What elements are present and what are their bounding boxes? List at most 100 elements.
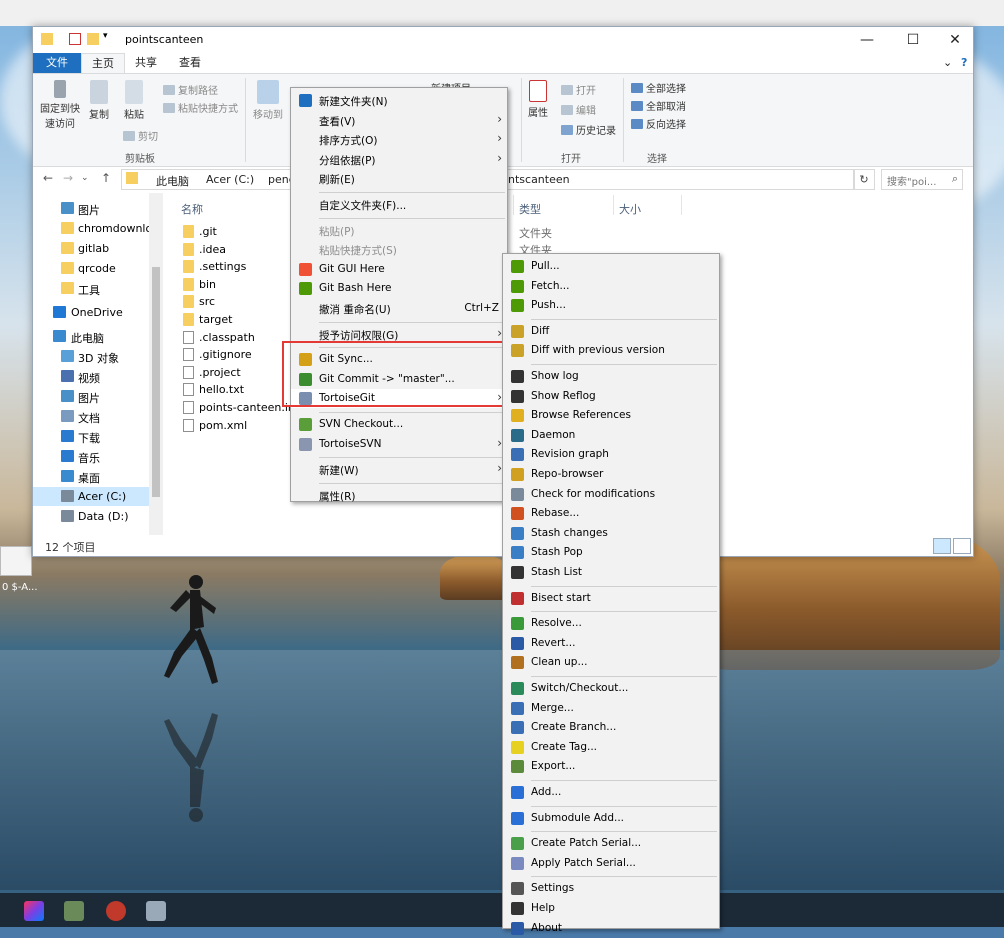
nav-item[interactable]: 桌面: [33, 467, 149, 486]
help-icon[interactable]: ?: [951, 53, 977, 73]
menu-item-check-for-modifications[interactable]: Check for modifications: [503, 485, 719, 504]
history-button[interactable]: 历史记录: [561, 122, 616, 137]
tab-view[interactable]: 查看: [169, 53, 211, 73]
menu-item-r[interactable]: 属性(R): [291, 486, 507, 505]
nav-item[interactable]: 工具: [33, 279, 149, 298]
menu-item-create-tag[interactable]: Create Tag...: [503, 738, 719, 757]
large-icons-view-icon[interactable]: [953, 538, 971, 554]
navigation-scrollbar[interactable]: [149, 193, 163, 535]
nav-item[interactable]: 视频: [33, 367, 149, 386]
column-header-type[interactable]: 类型: [519, 201, 541, 217]
tab-share[interactable]: 共享: [125, 53, 167, 73]
nav-item[interactable]: 3D 对象: [33, 347, 149, 366]
details-view-icon[interactable]: [933, 538, 951, 554]
nav-item[interactable]: 图片: [33, 387, 149, 406]
menu-item-create-patch-serial[interactable]: Create Patch Serial...: [503, 834, 719, 853]
minimize-button[interactable]: —: [849, 29, 885, 51]
menu-item-help[interactable]: Help: [503, 899, 719, 918]
menu-item-stash-list[interactable]: Stash List: [503, 563, 719, 582]
maximize-button[interactable]: ☐: [895, 29, 931, 51]
menu-item-git-bash-here[interactable]: Git Bash Here: [291, 279, 507, 298]
menu-item-pull[interactable]: Pull...: [503, 257, 719, 276]
menu-item-bisect-start[interactable]: Bisect start: [503, 589, 719, 608]
menu-item-e[interactable]: 刷新(E): [291, 169, 507, 188]
nav-item[interactable]: qrcode: [33, 259, 149, 278]
menu-item-revision-graph[interactable]: Revision graph: [503, 445, 719, 464]
menu-item-submodule-add[interactable]: Submodule Add...: [503, 809, 719, 828]
column-header-size[interactable]: 大小: [619, 201, 641, 217]
menu-item-stash-pop[interactable]: Stash Pop: [503, 543, 719, 562]
back-button[interactable]: ←: [43, 171, 53, 185]
menu-item-w[interactable]: 新建(W) ›: [291, 460, 507, 479]
menu-item-repo-browser[interactable]: Repo-browser: [503, 465, 719, 484]
column-header-name[interactable]: 名称: [181, 201, 203, 217]
properties-icon[interactable]: [69, 33, 81, 45]
menu-item-export[interactable]: Export...: [503, 757, 719, 776]
breadcrumb-project[interactable]: ntscanteen: [508, 173, 570, 186]
folder-icon[interactable]: [41, 33, 53, 45]
menu-item-merge[interactable]: Merge...: [503, 699, 719, 718]
menu-item-push[interactable]: Push...: [503, 296, 719, 315]
select-all-button[interactable]: 全部选择: [631, 80, 686, 95]
menu-item-diff[interactable]: Diff: [503, 322, 719, 341]
menu-item-u[interactable]: 撤消 重命名(U) Ctrl+Z: [291, 299, 507, 318]
menu-item-apply-patch-serial[interactable]: Apply Patch Serial...: [503, 854, 719, 873]
menu-item-about[interactable]: About: [503, 919, 719, 938]
move-to-button[interactable]: 移动到: [251, 80, 285, 121]
menu-item-create-branch[interactable]: Create Branch...: [503, 718, 719, 737]
nav-item[interactable]: 音乐: [33, 447, 149, 466]
new-folder-icon[interactable]: [87, 33, 99, 45]
menu-item-svn-checkout[interactable]: SVN Checkout...: [291, 415, 507, 434]
nav-item[interactable]: 图片: [33, 199, 149, 218]
menu-item-f[interactable]: 自定义文件夹(F)...: [291, 195, 507, 214]
menu-item-show-log[interactable]: Show log: [503, 367, 719, 386]
menu-item-tortoisesvn[interactable]: TortoiseSVN ›: [291, 435, 507, 454]
menu-item-browse-references[interactable]: Browse References: [503, 406, 719, 425]
menu-item-switch-checkout[interactable]: Switch/Checkout...: [503, 679, 719, 698]
breadcrumb-pc[interactable]: 此电脑: [156, 173, 189, 189]
nav-item[interactable]: 此电脑: [33, 327, 149, 346]
search-input[interactable]: 搜索"poi... ⌕: [881, 169, 963, 190]
forward-button[interactable]: →: [63, 171, 73, 185]
menu-item-n[interactable]: 新建文件夹(N): [291, 91, 507, 110]
edit-button[interactable]: 编辑: [561, 102, 596, 117]
menu-item-settings[interactable]: Settings: [503, 879, 719, 898]
menu-item-stash-changes[interactable]: Stash changes: [503, 524, 719, 543]
menu-item-fetch[interactable]: Fetch...: [503, 277, 719, 296]
open-button[interactable]: 打开: [561, 82, 596, 97]
menu-item-rebase[interactable]: Rebase...: [503, 504, 719, 523]
menu-item-v[interactable]: 查看(V) ›: [291, 111, 507, 130]
paste-shortcut-button[interactable]: 粘贴快捷方式: [163, 100, 238, 115]
intellij-icon[interactable]: [24, 901, 44, 921]
menu-item-daemon[interactable]: Daemon: [503, 426, 719, 445]
menu-item-revert[interactable]: Revert...: [503, 634, 719, 653]
breadcrumb-drive[interactable]: Acer (C:): [206, 173, 254, 186]
background-window-edge[interactable]: [0, 546, 32, 576]
menu-item-git-gui-here[interactable]: Git GUI Here: [291, 260, 507, 279]
pin-quick-access-button[interactable]: 固定到快 速访问: [39, 80, 81, 130]
select-none-button[interactable]: 全部取消: [631, 98, 686, 113]
paste-button[interactable]: 粘贴: [121, 80, 147, 121]
quick-access-dropdown-icon[interactable]: ▾: [103, 31, 115, 43]
close-button[interactable]: ✕: [937, 29, 973, 51]
nav-item[interactable]: Acer (C:): [33, 487, 149, 506]
copy-path-button[interactable]: 复制路径: [163, 82, 218, 97]
menu-item-show-reflog[interactable]: Show Reflog: [503, 387, 719, 406]
nav-item[interactable]: 文档: [33, 407, 149, 426]
nav-item[interactable]: gitlab: [33, 239, 149, 258]
scrollbar-thumb[interactable]: [152, 267, 160, 497]
invert-selection-button[interactable]: 反向选择: [631, 116, 686, 131]
menu-item-resolve[interactable]: Resolve...: [503, 614, 719, 633]
tab-file[interactable]: 文件: [33, 53, 81, 73]
menu-item-add[interactable]: Add...: [503, 783, 719, 802]
nav-item[interactable]: 下载: [33, 427, 149, 446]
menu-item-p[interactable]: 分组依据(P) ›: [291, 150, 507, 169]
nav-item[interactable]: OneDrive: [33, 303, 149, 322]
copy-button[interactable]: 复制: [87, 80, 111, 121]
properties-button[interactable]: 属性: [525, 80, 551, 119]
nav-item[interactable]: Data (D:): [33, 507, 149, 526]
app-icon[interactable]: [64, 901, 84, 921]
menu-item-diff-with-previous-version[interactable]: Diff with previous version: [503, 341, 719, 360]
tab-home[interactable]: 主页: [81, 53, 125, 74]
up-button[interactable]: ↑: [101, 171, 111, 185]
